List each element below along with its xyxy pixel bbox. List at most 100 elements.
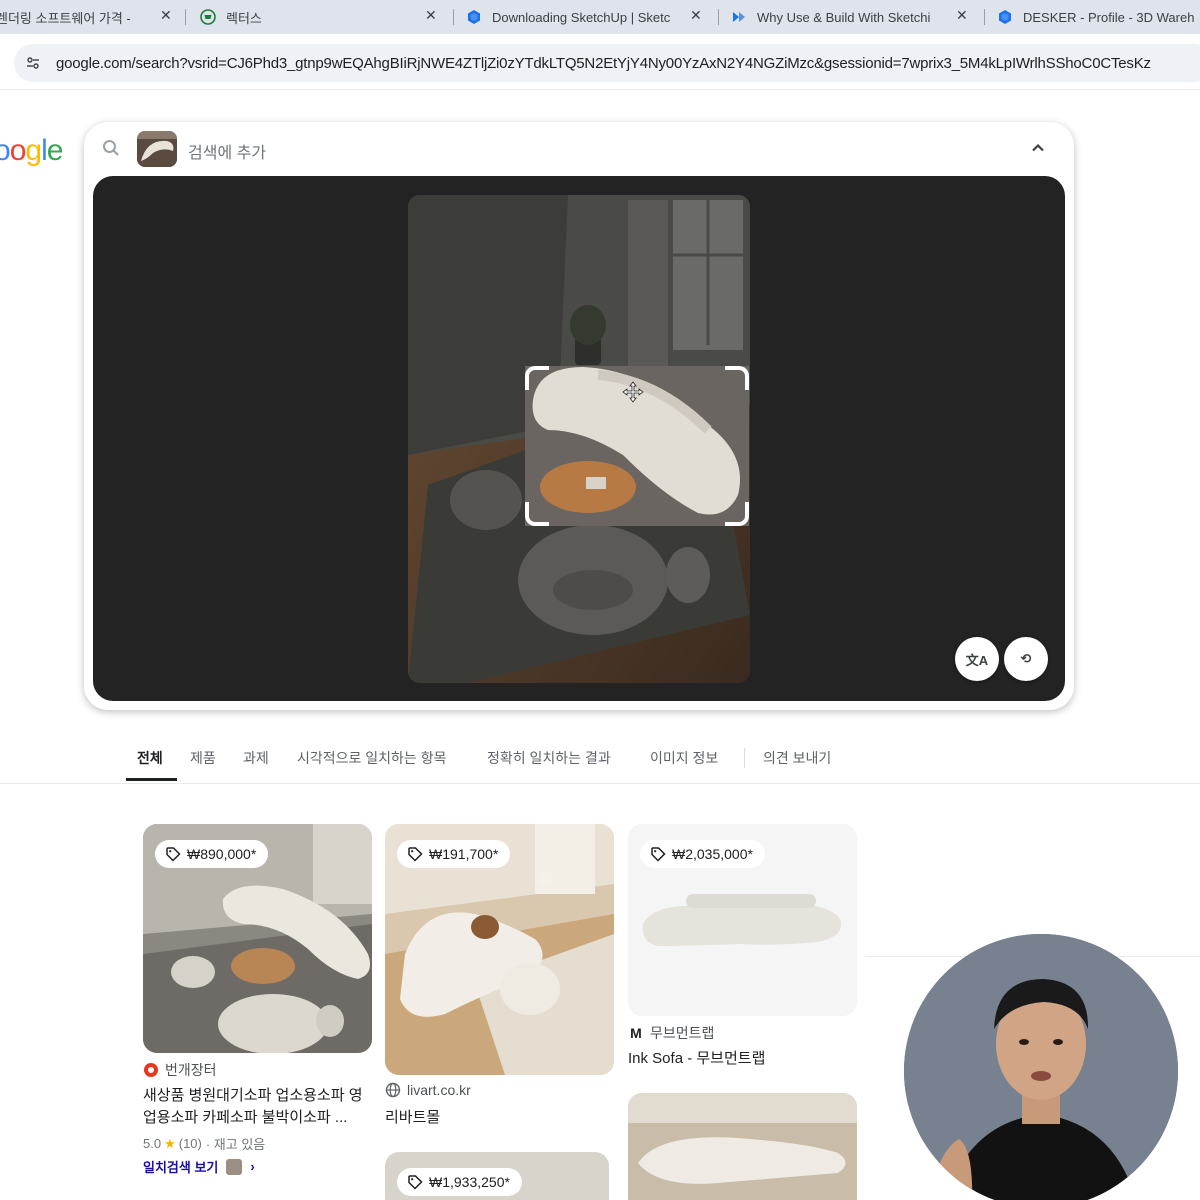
browser-tab-3[interactable]: Downloading SketchUp | Sketc [466, 0, 678, 34]
tab-label: DESKER - Profile - 3D Wareh [1023, 9, 1195, 25]
translate-icon: 文A [965, 652, 989, 668]
price-tag-icon [650, 846, 666, 862]
logo-letter: o [0, 134, 11, 167]
tab-label: Why Use & Build With Sketchi [757, 9, 931, 25]
logo-letter: g [25, 134, 42, 167]
bunjang-icon [143, 1062, 159, 1078]
browser-tab-1[interactable]: 렌더링 소프트웨어 가격 - [0, 0, 150, 34]
price-text: ₩191,700* [429, 846, 499, 862]
price-text: ₩890,000* [187, 846, 257, 862]
price-badge: ₩890,000* [155, 840, 269, 868]
move-cursor-icon [621, 380, 645, 409]
browser-tab-strip: 렌더링 소프트웨어 가격 - ✕ 렉터스 ✕ Downloading Sketc… [0, 0, 1200, 34]
result-source-3[interactable]: M 무브먼트랩 [628, 1023, 714, 1043]
result-image-1[interactable]: ₩890,000* [143, 824, 372, 1053]
site-settings-icon[interactable] [20, 50, 46, 76]
source-name: 무브먼트랩 [650, 1025, 715, 1041]
logo-letter: e [46, 134, 64, 167]
exact-match-link[interactable]: 일치검색 보기 › [143, 1157, 255, 1176]
chevron-up-icon[interactable] [1028, 138, 1048, 158]
result-image-4[interactable]: ₩1,933,250* [385, 1152, 609, 1200]
crop-handle-bottom-right[interactable] [725, 502, 749, 526]
address-bar[interactable]: google.com/search?vsrid=CJ6Phd3_gtnp9wEQ… [14, 44, 1200, 82]
globe-icon [385, 1082, 401, 1098]
search-icon [102, 139, 120, 162]
result-source-2[interactable]: livart.co.kr [385, 1082, 471, 1098]
price-tag-icon [407, 846, 423, 862]
result-title-1[interactable]: 새상품 병원대기소파 업소용소파 영 업용소파 카페소파 불박이소파 ... [143, 1085, 375, 1129]
result-image-5[interactable] [628, 1093, 857, 1200]
tab-image-info[interactable]: 이미지 정보 [650, 748, 718, 768]
star-icon: ★ [164, 1135, 176, 1151]
price-text: ₩2,035,000* [672, 846, 753, 862]
reset-crop-button[interactable]: ⟲ [1004, 637, 1048, 681]
stock-status: · 재고 있음 [205, 1137, 266, 1152]
url-text[interactable]: google.com/search?vsrid=CJ6Phd3_gtnp9wEQ… [56, 55, 1151, 72]
crop-handle-top-right[interactable] [725, 366, 749, 390]
tab-separator [185, 9, 186, 25]
tab-feedback[interactable]: 의견 보내기 [763, 748, 831, 768]
link-thumbnail [226, 1158, 243, 1175]
price-badge: ₩191,700* [397, 840, 511, 868]
google-logo[interactable]: oogle [0, 134, 64, 168]
lens-image-stage: 文A ⟲ [93, 176, 1065, 701]
source-name: livart.co.kr [407, 1082, 471, 1098]
tab-separator [453, 9, 454, 25]
rating-value: 5.0 [143, 1136, 162, 1151]
reset-icon: ⟲ [1020, 651, 1032, 666]
tab-products[interactable]: 제품 [190, 748, 216, 768]
tab-separator [984, 9, 985, 25]
shop-icon [200, 9, 216, 25]
translate-button[interactable]: 文A [955, 637, 999, 681]
browser-tab-5[interactable]: DESKER - Profile - 3D Wareh [997, 0, 1200, 34]
result-image-3[interactable]: ₩2,035,000* [628, 824, 857, 1016]
query-image-thumbnail[interactable] [137, 131, 177, 167]
crop-handle-top-left[interactable] [525, 366, 549, 390]
price-tag-icon [165, 846, 181, 862]
title-line: 새상품 병원대기소파 업소용소파 영 [143, 1087, 363, 1104]
price-tag-icon [407, 1174, 423, 1190]
sketchup-icon [997, 9, 1013, 25]
browser-tab-4[interactable]: Why Use & Build With Sketchi [731, 0, 943, 34]
add-to-search-input[interactable]: 검색에 추가 [188, 139, 266, 163]
browser-tab-2[interactable]: 렉터스 [200, 0, 420, 34]
source-name: 번개장터 [165, 1062, 217, 1078]
tab-homework[interactable]: 과제 [243, 748, 269, 768]
tab-label: 렌더링 소프트웨어 가격 - [0, 10, 131, 26]
active-tab-indicator [126, 778, 177, 781]
price-badge: ₩1,933,250* [397, 1168, 522, 1196]
webcam-overlay [904, 934, 1178, 1200]
tab-separator [718, 9, 719, 25]
crop-handle-bottom-left[interactable] [525, 502, 549, 526]
tab-divider [744, 748, 745, 768]
tab-label: Downloading SketchUp | Sketc [492, 9, 671, 25]
tab-close-icon[interactable]: ✕ [956, 7, 968, 24]
tab-exact-matches[interactable]: 정확히 일치하는 결과 [487, 748, 611, 768]
result-image-2[interactable]: ₩191,700* [385, 824, 614, 1075]
title-line: 업용소파 카페소파 불박이소파 ... [143, 1109, 348, 1126]
lens-search-row[interactable]: 검색에 추가 [84, 122, 1074, 176]
crop-selection-box[interactable] [525, 366, 749, 526]
lens-panel: 검색에 추가 文A ⟲ [84, 122, 1074, 710]
logo-text: oogle [0, 134, 64, 167]
result-meta-1: 5.0 ★ (10) · 재고 있음 [143, 1134, 265, 1153]
review-count: (10) [178, 1136, 202, 1151]
tab-label: 렉터스 [226, 10, 262, 26]
tab-close-icon[interactable]: ✕ [425, 7, 437, 24]
movementlab-logo-icon: M [630, 1025, 642, 1041]
result-source-1[interactable]: 번개장터 [143, 1060, 217, 1080]
logo-letter: o [9, 134, 27, 167]
tab-close-icon[interactable]: ✕ [160, 7, 172, 24]
chevron-right-icon: › [250, 1159, 255, 1174]
result-title-3[interactable]: Ink Sofa - 무브먼트랩 [628, 1048, 765, 1070]
tab-all[interactable]: 전체 [137, 748, 163, 768]
tab-close-icon[interactable]: ✕ [690, 7, 702, 24]
browser-toolbar: google.com/search?vsrid=CJ6Phd3_gtnp9wEQ… [0, 34, 1200, 90]
sketchup-icon [466, 9, 482, 25]
result-title-2[interactable]: 리바트몰 [385, 1107, 440, 1129]
price-badge: ₩2,035,000* [640, 840, 765, 868]
price-text: ₩1,933,250* [429, 1174, 510, 1190]
result-tabs: 전체 제품 과제 시각적으로 일치하는 항목 정확히 일치하는 결과 이미지 정… [0, 740, 1200, 784]
tab-visual-matches[interactable]: 시각적으로 일치하는 항목 [297, 748, 446, 768]
extension-icon [731, 9, 747, 25]
